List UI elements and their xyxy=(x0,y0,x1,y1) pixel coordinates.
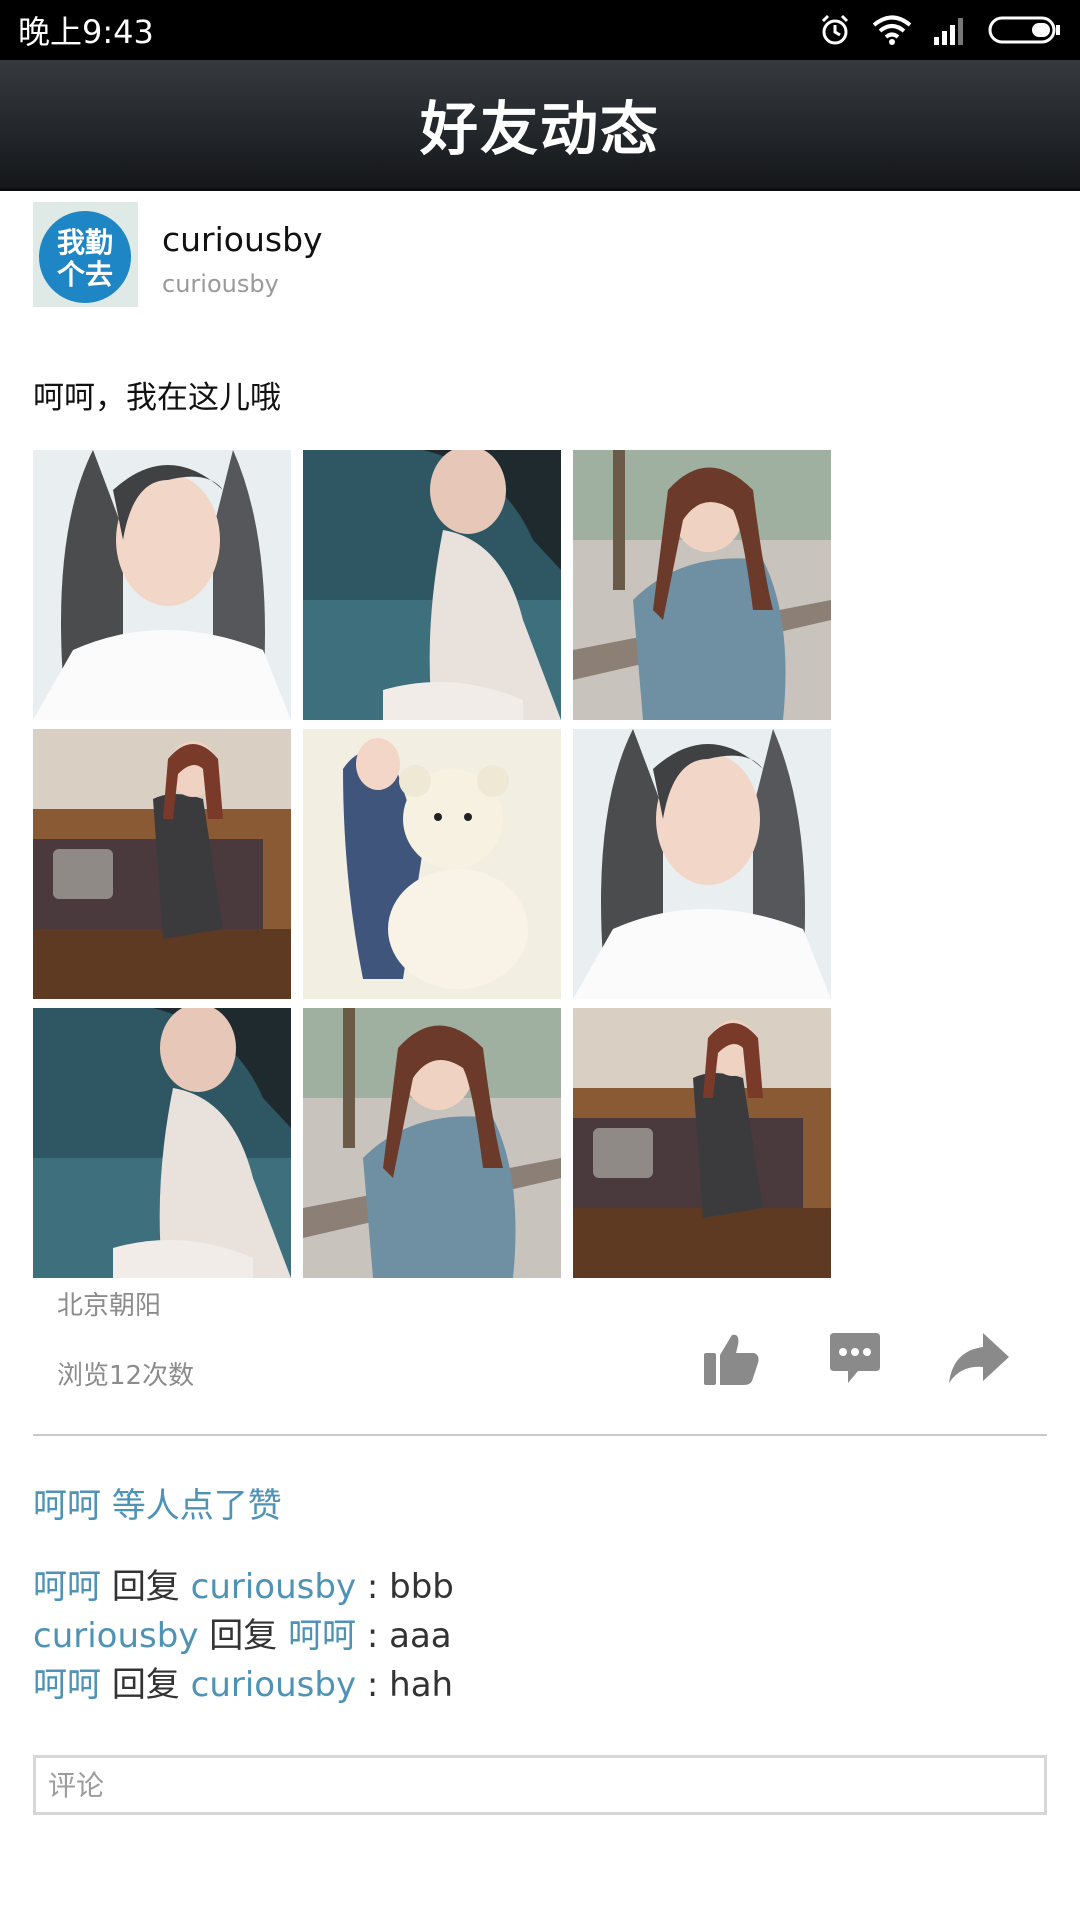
wifi-icon xyxy=(872,14,912,46)
post-text: 呵呵，我在这儿哦 xyxy=(33,380,281,416)
comment-reply-verb: 回复 xyxy=(209,1616,278,1656)
comment-row: 呵呵 回复 curiousby : bbb xyxy=(33,1563,454,1612)
post-photo[interactable] xyxy=(33,729,291,999)
signal-icon xyxy=(932,15,968,45)
comment-list: 呵呵 回复 curiousby : bbb curiousby 回复 呵呵 : … xyxy=(33,1563,454,1710)
alarm-icon xyxy=(818,13,852,47)
comment-author-link[interactable]: 呵呵 xyxy=(33,1567,101,1607)
post-photo[interactable] xyxy=(573,1008,831,1278)
post-actions xyxy=(700,1330,1010,1392)
comment-separator: : xyxy=(356,1567,390,1607)
share-button[interactable] xyxy=(948,1330,1010,1392)
comment-input[interactable] xyxy=(33,1755,1047,1815)
post-photo[interactable] xyxy=(573,729,831,999)
thumbs-up-icon xyxy=(702,1331,760,1391)
post-photo[interactable] xyxy=(303,1008,561,1278)
status-icons xyxy=(818,13,1062,47)
likes-summary[interactable]: 呵呵 等人点了赞 xyxy=(33,1478,282,1527)
comment-text: bbb xyxy=(389,1567,454,1607)
comment-text: hah xyxy=(389,1665,454,1705)
comment-author-link[interactable]: curiousby xyxy=(33,1616,198,1656)
comment-target-link[interactable]: curiousby xyxy=(191,1567,356,1607)
comment-text: aaa xyxy=(389,1616,452,1656)
post-photo[interactable] xyxy=(573,450,831,720)
status-time: 晚上9:43 xyxy=(18,13,154,51)
comment-reply-verb: 回复 xyxy=(111,1567,180,1607)
status-bar: 晚上9:43 xyxy=(0,0,1080,60)
comment-separator: : xyxy=(356,1665,390,1705)
share-icon xyxy=(947,1331,1011,1391)
comment-target-link[interactable]: curiousby xyxy=(191,1665,356,1705)
post-location: 北京朝阳 xyxy=(57,1291,162,1321)
svg-text:个去: 个去 xyxy=(57,258,113,291)
divider xyxy=(33,1434,1047,1436)
comment-row: 呵呵 回复 curiousby : hah xyxy=(33,1661,454,1710)
photo-grid xyxy=(33,450,831,1278)
battery-icon xyxy=(988,15,1062,45)
post-photo[interactable] xyxy=(303,729,561,999)
post-photo[interactable] xyxy=(33,450,291,720)
user-subtitle: curiousby xyxy=(162,270,279,298)
comment-button[interactable] xyxy=(824,1330,886,1392)
post-photo[interactable] xyxy=(33,1008,291,1278)
title-bar: 好友动态 xyxy=(0,60,1080,191)
comment-reply-verb: 回复 xyxy=(111,1665,180,1705)
avatar[interactable]: 我勤 个去 xyxy=(33,202,138,307)
view-count: 浏览12次数 xyxy=(57,1361,195,1391)
comment-separator: : xyxy=(356,1616,390,1656)
comment-author-link[interactable]: 呵呵 xyxy=(33,1665,101,1705)
post-photo[interactable] xyxy=(303,450,561,720)
comment-row: curiousby 回复 呵呵 : aaa xyxy=(33,1612,454,1661)
avatar-logo-text: 我勤 xyxy=(57,226,113,259)
comment-icon xyxy=(826,1331,884,1391)
username[interactable]: curiousby xyxy=(162,220,323,259)
like-button[interactable] xyxy=(700,1330,762,1392)
page-title: 好友动态 xyxy=(419,95,660,163)
comment-target-link[interactable]: 呵呵 xyxy=(288,1616,356,1656)
